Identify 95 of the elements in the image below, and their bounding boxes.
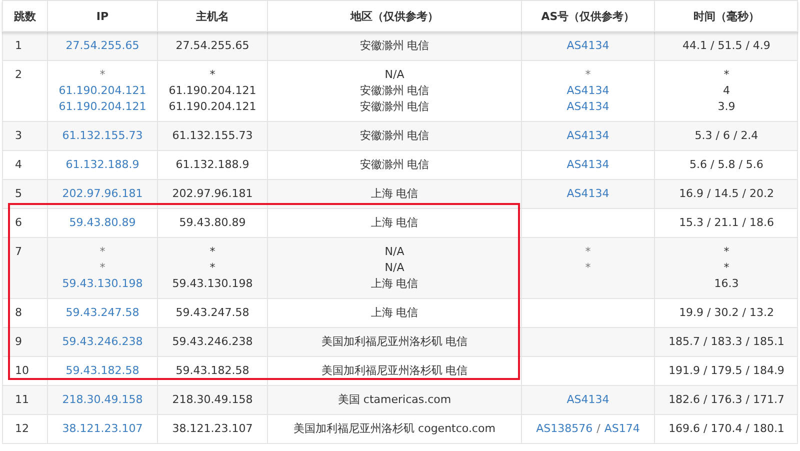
latency-text: * — [724, 260, 730, 276]
host-name: 59.43.182.58 — [176, 363, 250, 379]
region-text: N/A — [384, 244, 404, 260]
ip-link[interactable]: 59.43.130.198 — [62, 276, 143, 292]
hop-number: 12 — [15, 421, 29, 437]
region-text: 美国加利福尼亚州洛杉矶 电信 — [321, 334, 468, 350]
hop-number: 1 — [15, 38, 22, 54]
as-link[interactable]: AS4134 — [566, 38, 610, 54]
latency-text: 5.3 / 6 / 2.4 — [694, 128, 758, 144]
hop-number: 5 — [15, 186, 22, 202]
column-header: 主机名 — [157, 1, 267, 31]
column-header: 时间（毫秒） — [654, 1, 798, 31]
region-text: 美国 ctamericas.com — [338, 392, 452, 408]
as-link[interactable]: AS174 — [604, 421, 640, 437]
ip-text: * — [100, 67, 106, 83]
as-link[interactable]: AS4134 — [566, 83, 610, 99]
latency-text: 19.9 / 30.2 / 13.2 — [679, 305, 774, 321]
latency-text: 3.9 — [718, 99, 736, 115]
ip-link[interactable]: 61.190.204.121 — [58, 99, 146, 115]
ip-link[interactable]: 61.132.188.9 — [66, 157, 140, 173]
as-text: * — [585, 260, 591, 276]
column-header: 跳数 — [13, 8, 37, 24]
host-name: 61.190.204.121 — [168, 99, 256, 115]
as-text: / — [596, 421, 600, 437]
column-header: 地区（仅供参考） — [267, 1, 521, 31]
hop-number: 10 — [15, 363, 29, 379]
latency-text: 185.7 / 183.3 / 185.1 — [668, 334, 784, 350]
host-name: 59.43.247.58 — [176, 305, 250, 321]
as-text: * — [585, 67, 591, 83]
ip-link[interactable]: 59.43.80.89 — [69, 215, 136, 231]
as-link[interactable]: AS138576 — [536, 421, 593, 437]
latency-text: 44.1 / 51.5 / 4.9 — [682, 38, 770, 54]
hop-number: 11 — [15, 392, 29, 408]
ip-link[interactable]: 218.30.49.158 — [62, 392, 143, 408]
ip-link[interactable]: 27.54.255.65 — [66, 38, 140, 54]
as-text: * — [585, 244, 591, 260]
latency-text: 4 — [723, 83, 730, 99]
as-link[interactable]: AS4134 — [566, 186, 610, 202]
host-name: 61.190.204.121 — [168, 83, 256, 99]
host-name: * — [210, 244, 216, 260]
latency-text: 191.9 / 179.5 / 184.9 — [668, 363, 784, 379]
latency-text: 16.9 / 14.5 / 20.2 — [679, 186, 774, 202]
ip-link[interactable]: 61.132.155.73 — [62, 128, 143, 144]
latency-text: * — [724, 244, 730, 260]
latency-text: 182.6 / 176.3 / 171.7 — [668, 392, 784, 408]
host-name: 27.54.255.65 — [176, 38, 250, 54]
hop-number: 8 — [15, 305, 22, 321]
region-text: 上海 电信 — [370, 215, 418, 231]
region-text: N/A — [384, 67, 404, 83]
hop-number: 3 — [15, 128, 22, 144]
ip-link[interactable]: 59.43.182.58 — [66, 363, 140, 379]
region-text: 上海 电信 — [370, 186, 418, 202]
host-name: 38.121.23.107 — [172, 421, 253, 437]
ip-text: * — [100, 260, 106, 276]
host-name: 59.43.246.238 — [172, 334, 253, 350]
as-link[interactable]: AS4134 — [566, 392, 610, 408]
column-header: IP — [47, 1, 157, 31]
latency-text: 5.6 / 5.8 / 5.6 — [690, 157, 764, 173]
host-name: * — [210, 260, 216, 276]
hop-number: 9 — [15, 334, 22, 350]
host-name: 202.97.96.181 — [172, 186, 253, 202]
region-text: 上海 电信 — [370, 305, 418, 321]
host-name: 218.30.49.158 — [172, 392, 253, 408]
region-text: 安徽滁州 电信 — [360, 38, 430, 54]
ip-link[interactable]: 59.43.247.58 — [66, 305, 140, 321]
ip-link[interactable]: 202.97.96.181 — [62, 186, 143, 202]
region-text: N/A — [384, 260, 404, 276]
region-text: 美国加利福尼亚州洛杉矶 cogentco.com — [294, 421, 496, 437]
host-name: 59.43.80.89 — [179, 215, 246, 231]
ip-link[interactable]: 38.121.23.107 — [62, 421, 143, 437]
latency-text: 16.3 — [714, 276, 739, 292]
hop-number: 7 — [15, 244, 22, 260]
hop-number: 6 — [15, 215, 22, 231]
hop-number: 2 — [15, 67, 22, 83]
latency-text: 169.6 / 170.4 / 180.1 — [668, 421, 784, 437]
hop-number: 4 — [15, 157, 22, 173]
region-text: 安徽滁州 电信 — [360, 99, 430, 115]
host-name: 59.43.130.198 — [172, 276, 253, 292]
region-text: 安徽滁州 电信 — [360, 83, 430, 99]
as-link[interactable]: AS4134 — [566, 128, 610, 144]
latency-text: 15.3 / 21.1 / 18.6 — [679, 215, 774, 231]
host-name: 61.132.188.9 — [176, 157, 250, 173]
ip-text: * — [100, 244, 106, 260]
host-name: * — [210, 67, 216, 83]
column-header: AS号（仅供参考） — [521, 1, 654, 31]
as-link[interactable]: AS4134 — [566, 157, 610, 173]
region-text: 上海 电信 — [370, 276, 418, 292]
region-text: 安徽滁州 电信 — [360, 128, 430, 144]
ip-link[interactable]: 61.190.204.121 — [58, 83, 146, 99]
latency-text: * — [724, 67, 730, 83]
host-name: 61.132.155.73 — [172, 128, 253, 144]
ip-link[interactable]: 59.43.246.238 — [62, 334, 143, 350]
region-text: 美国加利福尼亚州洛杉矶 电信 — [321, 363, 468, 379]
region-text: 安徽滁州 电信 — [360, 157, 430, 173]
as-link[interactable]: AS4134 — [566, 99, 610, 115]
